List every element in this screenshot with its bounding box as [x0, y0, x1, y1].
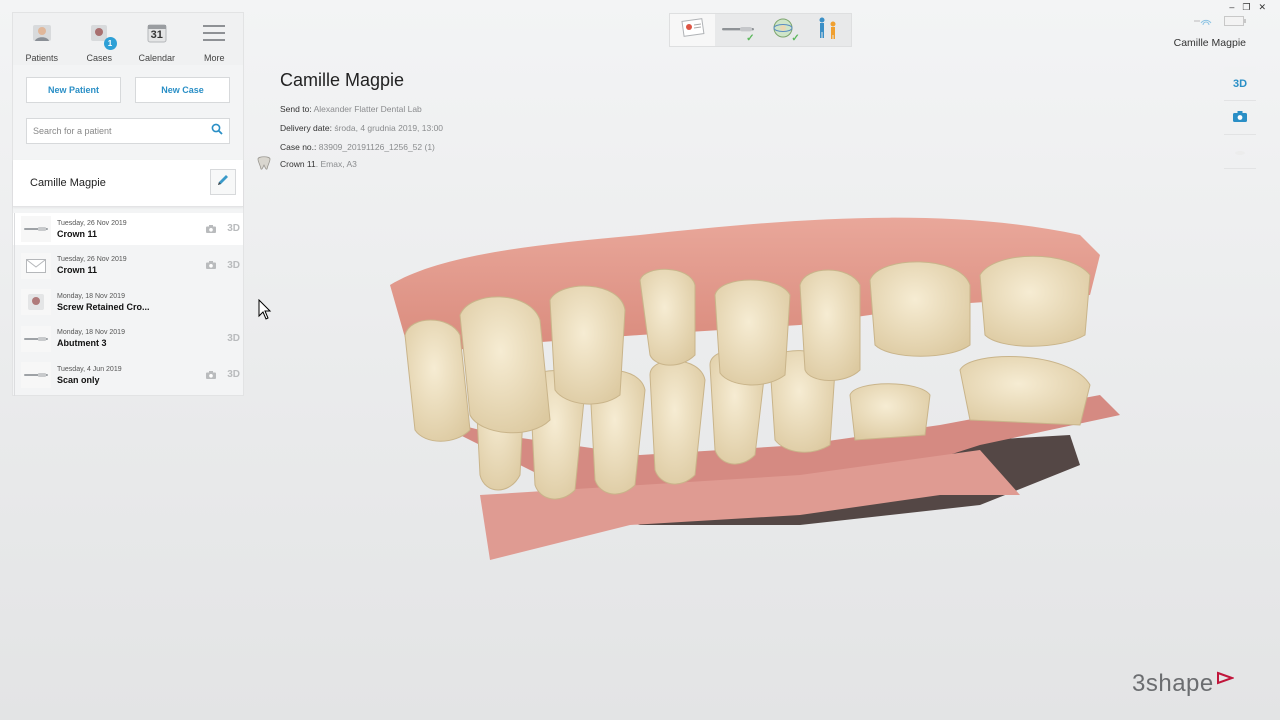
- case-no-label: Case no.:: [280, 142, 317, 152]
- current-user: Camille Magpie: [1173, 37, 1246, 49]
- case-no-row: Case no.: 83909_20191126_1256_52 (1): [280, 142, 443, 152]
- send-step[interactable]: [806, 14, 851, 46]
- case-row[interactable]: Monday, 18 Nov 2019 Screw Retained Cro..…: [13, 286, 243, 324]
- camera-icon: [206, 224, 216, 233]
- 3d-tag: 3D: [227, 259, 240, 271]
- case-title: Abutment 3: [57, 338, 107, 349]
- page-title: Camille Magpie: [280, 70, 405, 90]
- nav-patients[interactable]: Patients: [13, 13, 71, 65]
- battery-icon: [1224, 13, 1246, 31]
- crown-label: Crown 11: [280, 159, 316, 169]
- new-case-button[interactable]: New Case: [135, 77, 230, 103]
- 3d-tag: 3D: [227, 332, 240, 344]
- check-icon: ✓: [746, 33, 755, 44]
- envelope-thumb-icon: [21, 252, 51, 279]
- case-row[interactable]: Monday, 18 Nov 2019 Abutment 3 3D: [13, 322, 243, 360]
- case-row[interactable]: Tuesday, 26 Nov 2019 Crown 11 3D: [13, 213, 243, 250]
- view-3d-button[interactable]: 3D: [1224, 67, 1256, 101]
- case-list: Tuesday, 26 Nov 2019 Crown 11 3D Tuesday…: [13, 213, 243, 397]
- nav-label: More: [203, 53, 225, 63]
- restoration-row: Crown 11 . Emax, A3: [256, 156, 357, 172]
- order-form-step[interactable]: [670, 14, 716, 46]
- tooth-thumb-icon: [21, 289, 51, 316]
- send-to-value: Alexander Flatter Dental Lab: [313, 104, 422, 114]
- edit-patient-button[interactable]: [210, 169, 236, 195]
- mouse-cursor-icon: [258, 299, 272, 320]
- post-processing-step[interactable]: ✓: [761, 14, 806, 46]
- crown-detail: . Emax, A3: [315, 159, 357, 169]
- patient-card[interactable]: Camille Magpie: [13, 160, 243, 207]
- patient-search: [26, 118, 230, 144]
- calendar-day: 31: [150, 29, 163, 41]
- menu-icon: [202, 21, 226, 45]
- send-to-lab-icon: [815, 16, 841, 45]
- status-icons: [1194, 13, 1246, 31]
- close-icon[interactable]: ✕: [1258, 2, 1266, 13]
- nav-label: Cases: [86, 53, 112, 63]
- case-date: Monday, 18 Nov 2019: [57, 329, 125, 337]
- delivery-value: środa, 4 grudnia 2019, 13:00: [334, 123, 444, 133]
- nav-label: Patients: [25, 53, 59, 63]
- scanner-thumb-icon: [21, 216, 51, 242]
- view-mode-panel: 3D: [1224, 67, 1256, 169]
- case-no-value: 83909_20191126_1256_52 (1): [318, 142, 435, 152]
- camera-icon: [206, 370, 216, 379]
- delivery-label: Delivery date:: [280, 123, 332, 133]
- send-to-row: Send to: Alexander Flatter Dental Lab: [280, 104, 443, 114]
- 3d-tag: 3D: [227, 369, 240, 381]
- camera-icon: [206, 261, 216, 270]
- logo-text: 3shape: [1132, 670, 1214, 697]
- patients-icon: [30, 21, 54, 45]
- view-extra-button[interactable]: [1224, 135, 1256, 169]
- nav-more[interactable]: More: [186, 13, 244, 65]
- workflow-toolbar: ✓ ✓: [670, 14, 851, 46]
- scanner-thumb-icon: [21, 325, 51, 352]
- case-title: Screw Retained Cro...: [57, 301, 150, 312]
- calendar-icon: 31: [145, 21, 169, 45]
- window-controls: – ❐ ✕: [1229, 2, 1266, 13]
- search-icon[interactable]: [211, 122, 223, 140]
- 3d-dental-model[interactable]: [380, 195, 1140, 575]
- case-date: Monday, 18 Nov 2019: [57, 292, 125, 300]
- cases-count-badge: 1: [103, 37, 117, 50]
- nav-cases[interactable]: 1 Cases: [71, 13, 129, 65]
- case-row[interactable]: Tuesday, 26 Nov 2019 Crown 11 3D: [13, 249, 243, 287]
- nav-calendar[interactable]: 31 Calendar: [128, 13, 186, 65]
- brand-logo: 3shape: [1132, 670, 1235, 698]
- nav-label: Calendar: [138, 53, 176, 63]
- order-form-icon: [679, 17, 707, 43]
- new-patient-button[interactable]: New Patient: [26, 77, 121, 103]
- scan-step[interactable]: ✓: [715, 14, 760, 46]
- camera-icon: [1233, 109, 1247, 127]
- restore-icon[interactable]: ❐: [1242, 2, 1250, 13]
- case-info: Camille Magpie Send to: Alexander Flatte…: [280, 70, 443, 152]
- pencil-icon: [216, 173, 230, 192]
- minimize-icon[interactable]: –: [1229, 2, 1234, 13]
- search-input[interactable]: [33, 126, 211, 136]
- left-panel: Patients 1 Cases 31 Calendar More New Pa…: [13, 13, 243, 397]
- top-nav: Patients 1 Cases 31 Calendar More: [13, 13, 243, 65]
- view-3d-label: 3D: [1232, 77, 1248, 90]
- delivery-row: Delivery date: środa, 4 grudnia 2019, 13…: [280, 123, 443, 133]
- 3d-tag: 3D: [227, 223, 240, 234]
- check-icon: ✓: [791, 33, 800, 44]
- send-to-label: Send to:: [280, 104, 312, 114]
- wifi-icon: [1194, 13, 1216, 31]
- patient-name: Camille Magpie: [30, 177, 106, 189]
- case-row[interactable]: Tuesday, 4 Jun 2019 Scan only 3D: [13, 359, 243, 397]
- disabled-view-icon: [1234, 143, 1246, 161]
- logo-triangle-icon: [1216, 671, 1235, 690]
- tooth-icon: [256, 156, 272, 172]
- scanner-thumb-icon: [21, 362, 51, 389]
- view-photo-button[interactable]: [1224, 101, 1256, 135]
